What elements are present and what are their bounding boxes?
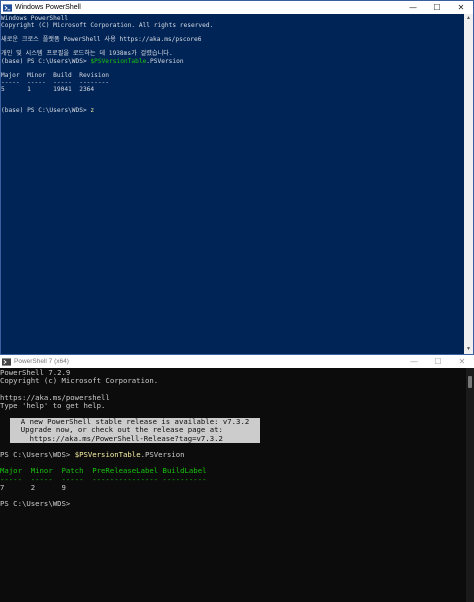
maximize-button[interactable]: ☐ xyxy=(425,1,449,14)
powershell7-window[interactable]: PowerShell 7 (x64) — ☐ ✕ PowerShell 7.2.… xyxy=(0,355,474,602)
prompt: (base) PS C:\Users\WDS> xyxy=(1,57,91,65)
console-line: 개인 및 시스템 프로필을 로드하는 데 1938ms가 걸렸습니다. xyxy=(1,50,173,58)
scrollbar-thumb[interactable] xyxy=(468,376,472,388)
powershell-icon xyxy=(3,3,12,12)
table-header: Major Minor Build Revision xyxy=(1,71,110,79)
minimize-button[interactable]: — xyxy=(402,355,426,368)
window-title: PowerShell 7 (x64) xyxy=(14,358,69,365)
scroll-down-icon[interactable]: ▼ xyxy=(464,345,473,354)
command-line: PS C:\Users\WDS> $PSVersionTable.PSVersi… xyxy=(0,450,466,460)
command-line: (base) PS C:\Users\WDS> $PSVersionTable.… xyxy=(1,58,464,65)
console-output[interactable]: PowerShell 7.2.9 Copyright (c) Microsoft … xyxy=(0,368,466,602)
command-variable: $PSVersionTable xyxy=(74,450,141,460)
minimize-button[interactable]: — xyxy=(401,1,425,14)
console-line: 새로운 크로스 플랫폼 PowerShell 사용 https://aka.ms… xyxy=(1,36,202,44)
table-row: 5 1 19041 2364 xyxy=(1,85,95,93)
command-line: PS C:\Users\WDS> xyxy=(0,500,466,508)
title-bar[interactable]: PowerShell 7 (x64) — ☐ ✕ xyxy=(0,355,474,368)
console-line: Windows PowerShell xyxy=(1,15,69,22)
update-notice: https://aka.ms/PowerShell-Release?tag=v7… xyxy=(0,433,466,443)
update-notice-line: https://aka.ms/PowerShell-Release?tag=v7… xyxy=(10,433,261,443)
scroll-up-icon[interactable]: ▲ xyxy=(464,14,473,23)
table-underline: ----- ----- ----- --------------- ------… xyxy=(0,474,207,484)
console-line: Copyright (C) Microsoft Corporation. All… xyxy=(1,22,214,30)
command-property: .PSVersion xyxy=(146,57,184,65)
close-button[interactable]: ✕ xyxy=(450,355,474,368)
table-row: 7 2 9 xyxy=(0,482,66,492)
command-text: z xyxy=(90,107,95,115)
table-underline: ----- ----- ----- -------- xyxy=(1,78,110,86)
prompt: (base) PS C:\Users\WDS> xyxy=(1,107,91,115)
prompt: PS C:\Users\WDS> xyxy=(0,450,75,460)
caption-buttons: — ☐ ✕ xyxy=(402,355,474,368)
console-output[interactable]: Windows PowerShell Copyright (C) Microsof… xyxy=(1,14,464,354)
close-button[interactable]: ✕ xyxy=(449,1,473,14)
caption-buttons: — ☐ ✕ xyxy=(401,1,473,14)
command-variable: $PSVersionTable xyxy=(90,57,147,65)
maximize-button[interactable]: ☐ xyxy=(426,355,450,368)
prompt: PS C:\Users\WDS> xyxy=(0,499,71,509)
title-bar[interactable]: Windows PowerShell — ☐ ✕ xyxy=(1,1,473,14)
vertical-scrollbar[interactable] xyxy=(466,368,474,602)
command-property: .PSVersion xyxy=(140,450,185,460)
vertical-scrollbar[interactable]: ▲ ▼ xyxy=(464,14,473,354)
windows-powershell-window[interactable]: Windows PowerShell — ☐ ✕ Windows PowerSh… xyxy=(0,0,474,355)
console-line: Copyright (c) Microsoft Corporation. xyxy=(0,376,159,386)
terminal-icon xyxy=(2,357,11,366)
command-line: (base) PS C:\Users\WDS> z xyxy=(1,107,464,114)
console-line: Type 'help' to get help. xyxy=(0,400,106,410)
window-title: Windows PowerShell xyxy=(15,4,81,11)
